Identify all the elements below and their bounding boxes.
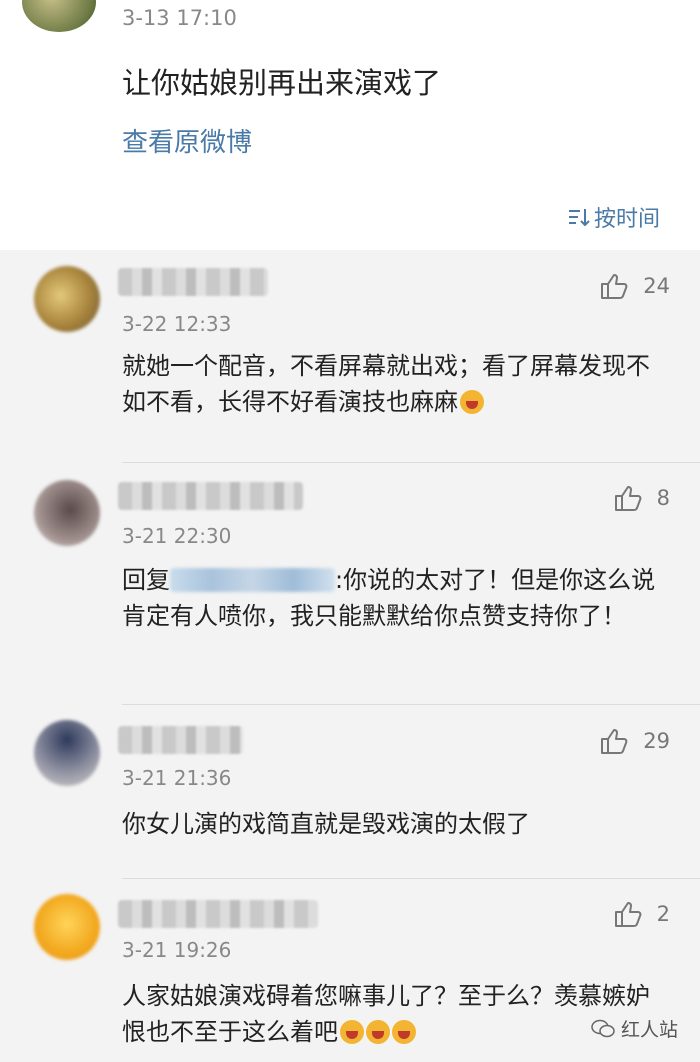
reply-prefix: 回复 bbox=[122, 566, 170, 594]
sort-label: 按时间 bbox=[593, 207, 660, 232]
avatar[interactable] bbox=[34, 266, 100, 332]
username-blurred[interactable] bbox=[118, 726, 243, 754]
comment-text-body: 就她一个配音，不看屏幕就出戏；看了屏幕发现不如不看，长得不好看演技也麻麻 bbox=[122, 352, 650, 416]
like-count: 24 bbox=[643, 274, 670, 298]
thumbs-up-icon bbox=[614, 486, 642, 511]
like-count: 2 bbox=[656, 902, 670, 926]
sort-by-time-button[interactable]: 按时间 bbox=[568, 201, 660, 233]
avatar[interactable] bbox=[22, 0, 96, 32]
comment-text: 你女儿演的戏简直就是毁戏演的太假了 bbox=[122, 806, 672, 842]
comment-text-body: 你女儿演的戏简直就是毁戏演的太假了 bbox=[122, 810, 530, 838]
comment-time: 3-21 19:26 bbox=[122, 938, 232, 962]
thumbs-up-icon bbox=[601, 274, 628, 299]
comment-text: 回复:你说的太对了！但是你这么说肯定有人喷你，我只能默默给你点赞支持你了！ bbox=[122, 562, 672, 634]
comment-time: 3-21 21:36 bbox=[122, 766, 232, 790]
view-original-link[interactable]: 查看原微博 bbox=[122, 122, 252, 159]
comment-text: 就她一个配音，不看屏幕就出戏；看了屏幕发现不如不看，长得不好看演技也麻麻 bbox=[122, 348, 672, 420]
mention-link-blurred[interactable] bbox=[170, 568, 335, 592]
comment-time: 3-22 12:33 bbox=[122, 312, 232, 336]
username-blurred[interactable] bbox=[118, 268, 268, 296]
like-count: 29 bbox=[643, 729, 670, 753]
sort-icon bbox=[568, 209, 590, 227]
divider bbox=[122, 878, 700, 879]
avatar[interactable] bbox=[34, 894, 100, 960]
wechat-icon bbox=[591, 1019, 615, 1037]
watermark: 红人站 bbox=[591, 1015, 678, 1042]
thumbs-up-icon bbox=[614, 902, 642, 927]
emoji-icon bbox=[392, 1020, 416, 1044]
divider bbox=[122, 462, 700, 463]
emoji-icon bbox=[340, 1020, 364, 1044]
thumbs-up-icon bbox=[601, 729, 628, 754]
post-time: 3-13 17:10 bbox=[122, 6, 237, 30]
like-button[interactable]: 24 bbox=[599, 271, 670, 301]
like-button[interactable]: 8 bbox=[613, 483, 670, 513]
emoji-icon bbox=[460, 390, 484, 414]
avatar[interactable] bbox=[34, 480, 100, 546]
avatar[interactable] bbox=[34, 720, 100, 786]
divider bbox=[122, 704, 700, 705]
comment-text: 人家姑娘演戏碍着您嘛事儿了？至于么？羡慕嫉妒恨也不至于这么着吧 bbox=[122, 978, 672, 1050]
username-blurred[interactable] bbox=[118, 900, 318, 928]
post-text: 让你姑娘别再出来演戏了 bbox=[122, 66, 442, 100]
watermark-label: 红人站 bbox=[620, 1019, 678, 1041]
comment-time: 3-21 22:30 bbox=[122, 524, 232, 548]
like-button[interactable]: 2 bbox=[613, 899, 670, 929]
emoji-icon bbox=[366, 1020, 390, 1044]
like-count: 8 bbox=[656, 486, 670, 510]
like-button[interactable]: 29 bbox=[599, 726, 670, 756]
username-blurred[interactable] bbox=[118, 482, 303, 510]
